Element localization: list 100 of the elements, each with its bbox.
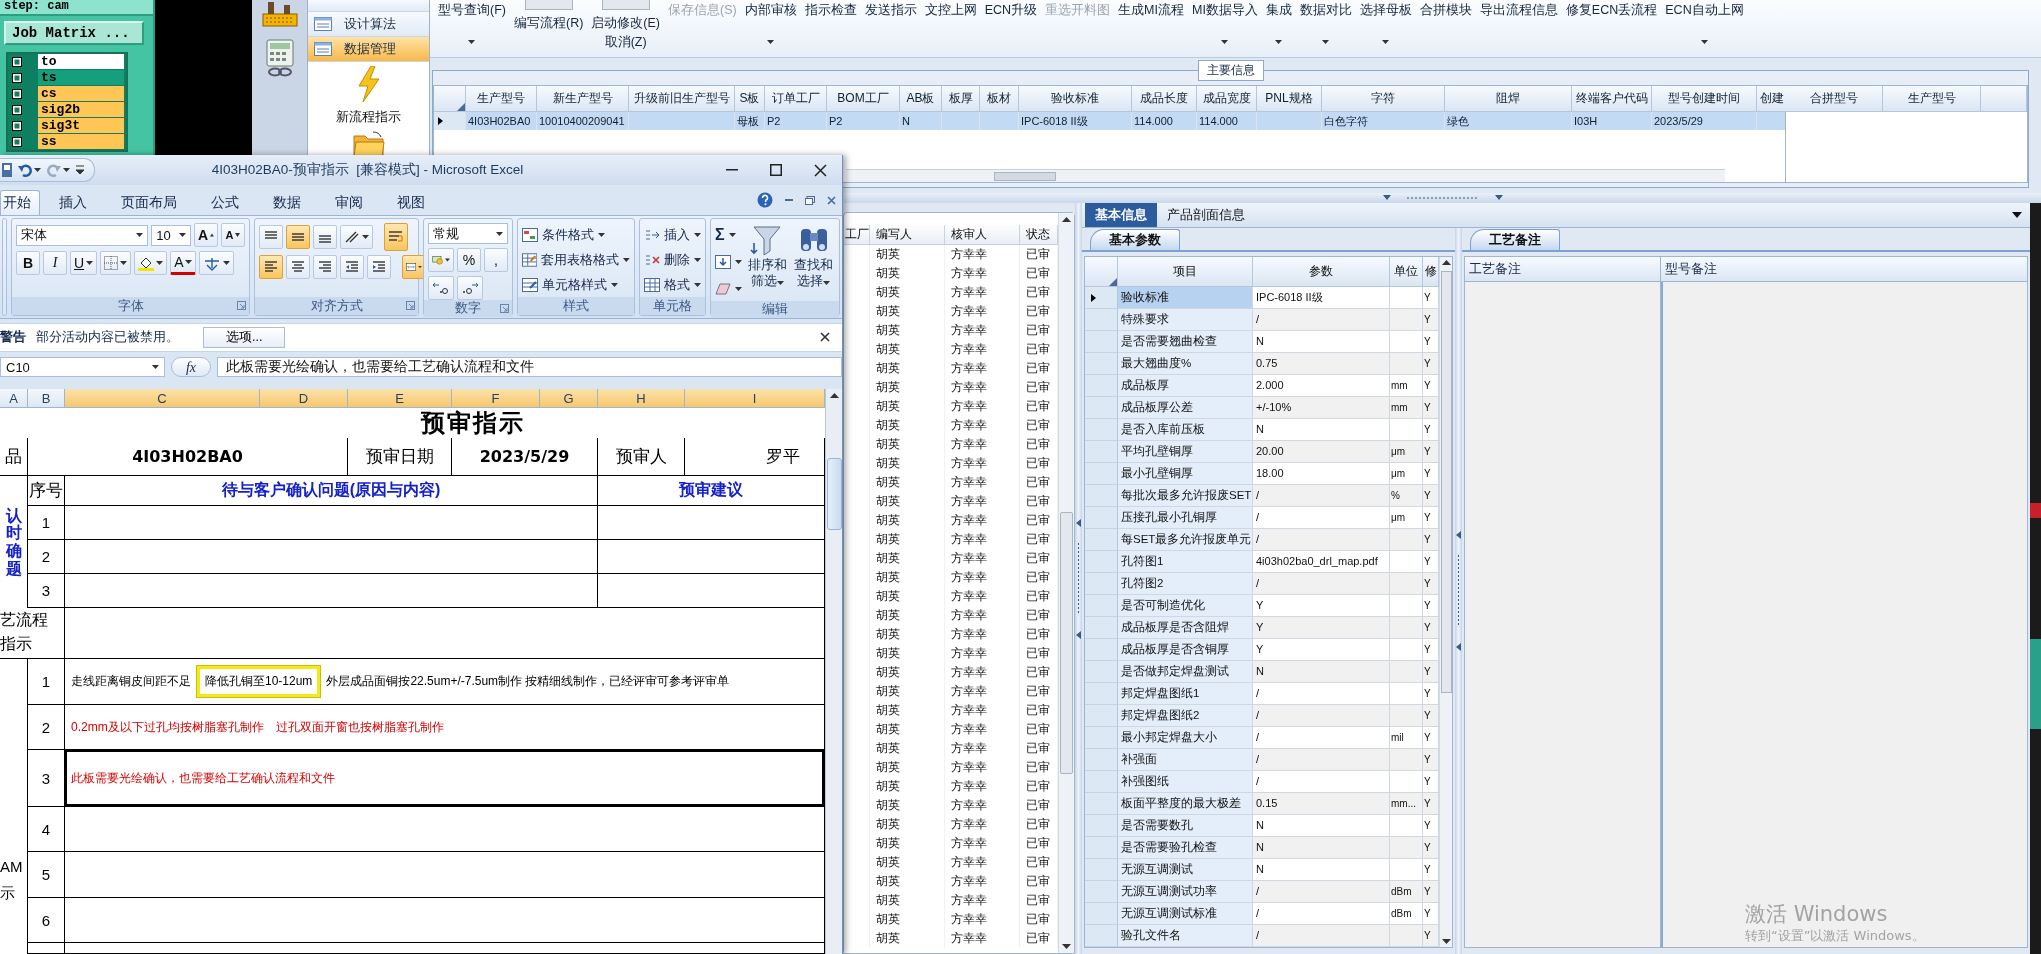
options-button[interactable]: 选项...: [203, 327, 286, 348]
left-align-button[interactable]: [259, 255, 283, 279]
insert-cells-button[interactable]: 插入: [644, 223, 701, 247]
toolbar-button[interactable]: ECN自动上网: [1665, 0, 1744, 44]
decrease-indent-button[interactable]: [340, 255, 364, 279]
font-size-dropdown[interactable]: 10: [151, 224, 191, 246]
increase-indent-button[interactable]: [367, 255, 391, 279]
ribbon-tab[interactable]: 开始: [0, 190, 40, 215]
vertical-scrollbar[interactable]: [1058, 213, 1074, 953]
toolbar-button[interactable]: 型号查询(F): [438, 0, 506, 44]
tab[interactable]: 产品剖面信息: [1157, 203, 1255, 227]
ribbon-tab[interactable]: 插入: [44, 190, 102, 215]
layer-name[interactable]: sig3t: [38, 118, 124, 133]
dialog-launcher-icon[interactable]: [500, 304, 509, 313]
toolbar-button[interactable]: 导出流程信息: [1479, 0, 1558, 57]
toolbar-button[interactable]: 生成MI流程: [1118, 0, 1184, 57]
sum-button[interactable]: Σ: [715, 223, 742, 247]
font-color-button[interactable]: A: [170, 251, 197, 275]
fill-color-button[interactable]: [134, 251, 168, 275]
sort-filter-button[interactable]: 排序和筛选: [746, 223, 789, 301]
nav-item[interactable]: 数据管理: [308, 37, 429, 62]
scroll-thumb[interactable]: [826, 458, 842, 530]
decrease-decimal-button[interactable]: [457, 276, 483, 300]
scroll-thumb[interactable]: [1440, 271, 1452, 693]
checkbox-icon[interactable]: [12, 57, 22, 67]
layer-name[interactable]: ss: [38, 134, 124, 149]
row-header[interactable]: [1085, 287, 1118, 309]
checkbox-icon[interactable]: [12, 137, 22, 147]
bottom-align-button[interactable]: [313, 225, 337, 249]
shrink-font-button[interactable]: A: [221, 223, 245, 247]
layer-name[interactable]: ts: [38, 70, 124, 85]
right-align-button[interactable]: [313, 255, 337, 279]
toggle-switch[interactable]: [601, 0, 650, 10]
middle-align-button[interactable]: [286, 225, 310, 249]
scroll-down-icon[interactable]: [1441, 939, 1451, 944]
italic-button[interactable]: I: [43, 251, 67, 275]
toolbar-button[interactable]: 数据对比: [1299, 0, 1352, 44]
toolbar-button[interactable]: 发送指示: [864, 0, 917, 57]
checkbox-icon[interactable]: [12, 89, 22, 99]
underline-button[interactable]: U: [70, 251, 98, 275]
table-row[interactable]: 4I03H02BA0 10010400209041 母板 P2 P2 N IPC-6018 II级 114.000 114.000 白色字符 绿色 I03H 2023/5/29: [434, 112, 1785, 130]
tab[interactable]: 基本参数: [1090, 229, 1180, 250]
vertical-scrollbar[interactable]: [1439, 257, 1452, 947]
phonetic-button[interactable]: [199, 251, 235, 275]
toolbar-button[interactable]: 指示检查: [804, 0, 857, 57]
ribbon-restore-button[interactable]: [805, 195, 815, 205]
ribbon-tab[interactable]: 页面布局: [106, 190, 192, 215]
conditional-format-button[interactable]: 条件格式: [522, 223, 630, 247]
ribbon-minimize-button[interactable]: [785, 199, 793, 201]
toolbar-button[interactable]: 内部审核: [744, 0, 797, 44]
splitter-bar[interactable]: [844, 193, 2041, 203]
toolbar-button[interactable]: 合拼模块: [1419, 0, 1472, 57]
cell-styles-button[interactable]: 单元格样式: [522, 273, 630, 297]
tab[interactable]: 工艺备注: [1470, 229, 1560, 250]
orientation-button[interactable]: [340, 225, 373, 249]
borders-button[interactable]: [100, 251, 132, 275]
font-name-dropdown[interactable]: 宋体: [16, 224, 149, 246]
wrap-text-button[interactable]: [384, 223, 408, 251]
toolbar-button[interactable]: 启动修改(E): [591, 13, 660, 32]
ribbon-tab[interactable]: 公式: [196, 190, 254, 215]
scroll-thumb[interactable]: [1060, 512, 1073, 774]
center-align-button[interactable]: [286, 255, 310, 279]
help-button[interactable]: [757, 192, 773, 208]
delete-cells-button[interactable]: 删除: [644, 248, 701, 272]
function-button[interactable]: fx: [171, 357, 211, 377]
ribbon-tab[interactable]: 审阅: [320, 190, 378, 215]
currency-button[interactable]: [428, 248, 454, 272]
scroll-up-icon[interactable]: [1441, 260, 1451, 265]
toolbar-button[interactable]: 集成: [1265, 0, 1292, 44]
scroll-thumb[interactable]: [994, 172, 1056, 181]
nav-item[interactable]: [308, 0, 429, 12]
dialog-launcher-icon[interactable]: [237, 301, 246, 310]
formula-field[interactable]: 此板需要光绘确认，也需要给工艺确认流程和文件: [217, 357, 842, 377]
dialog-launcher-icon[interactable]: [406, 301, 415, 310]
text-area-field[interactable]: [1661, 282, 2028, 948]
vertical-scrollbar[interactable]: [825, 389, 842, 954]
bold-button[interactable]: B: [16, 251, 40, 275]
redo-button[interactable]: [47, 163, 70, 177]
toolbar-button[interactable]: 选择母板: [1359, 0, 1412, 44]
ribbon-tab[interactable]: 视图: [382, 190, 440, 215]
ribbon-tab[interactable]: 数据: [258, 190, 316, 215]
customize-button[interactable]: [76, 165, 84, 175]
table-format-button[interactable]: 套用表格格式: [522, 248, 630, 272]
save-button[interactable]: [2, 162, 12, 178]
increase-decimal-button[interactable]: [428, 276, 454, 300]
layer-name[interactable]: cs: [38, 86, 124, 101]
tab[interactable]: 基本信息: [1085, 203, 1157, 227]
job-matrix-button[interactable]: Job Matrix ...: [4, 21, 144, 45]
layer-name[interactable]: to: [38, 54, 124, 69]
checkbox-icon[interactable]: [12, 105, 22, 115]
scroll-up-icon[interactable]: [1062, 217, 1071, 222]
checkbox-icon[interactable]: [12, 121, 22, 131]
toolbar-button[interactable]: 编写流程(R): [513, 13, 584, 32]
percent-button[interactable]: %: [457, 248, 481, 272]
toolbar-button[interactable]: 修复ECN丢流程: [1565, 0, 1658, 57]
merge-cells-button[interactable]: [402, 255, 426, 279]
grow-font-button[interactable]: A: [194, 223, 218, 247]
find-select-button[interactable]: 查找和选择: [792, 223, 835, 301]
toggle-switch[interactable]: [524, 0, 573, 10]
toolbar-button[interactable]: 取消(Z): [604, 32, 647, 51]
